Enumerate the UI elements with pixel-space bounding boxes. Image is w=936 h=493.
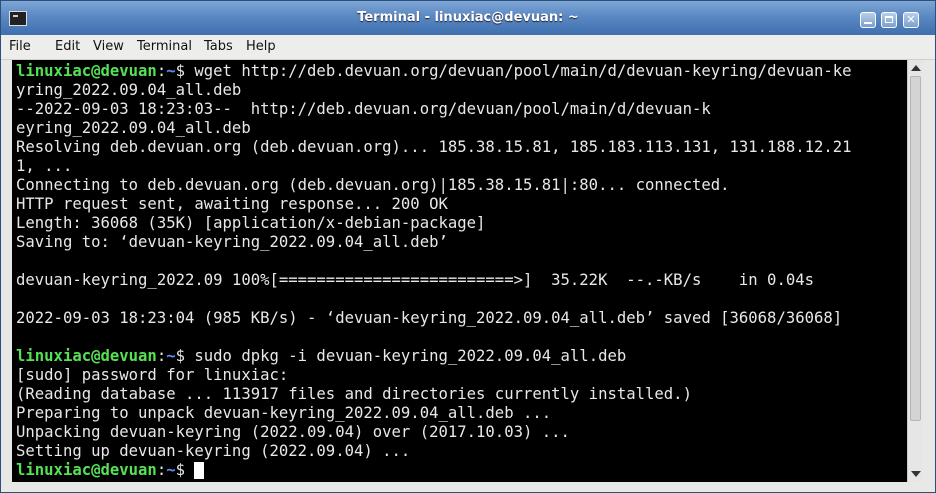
close-button[interactable] — [903, 12, 919, 28]
maximize-button[interactable] — [881, 12, 897, 28]
command-text: sudo dpkg -i devuan-keyring_2022.09.04_a… — [185, 347, 627, 365]
output-line: HTTP request sent, awaiting response... … — [16, 195, 448, 213]
prompt-user-host: linuxiac@devuan — [16, 62, 157, 80]
menu-file[interactable]: File — [9, 39, 31, 54]
window-title: Terminal - linuxiac@devuan: ~ — [357, 10, 579, 25]
command-line-wget: linuxiac@devuan:~$ wget http://deb.devua… — [16, 62, 852, 81]
output-line: 1, ... — [16, 157, 73, 175]
current-prompt-line[interactable]: linuxiac@devuan:~$ — [16, 461, 205, 480]
command-line-dpkg: linuxiac@devuan:~$ sudo dpkg -i devuan-k… — [16, 347, 626, 366]
output-line: Connecting to deb.devuan.org (deb.devuan… — [16, 176, 730, 194]
prompt-separator: : — [156, 461, 167, 479]
output-line: [sudo] password for linuxiac: — [16, 366, 289, 384]
output-line: Unpacking devuan-keyring (2022.09.04) ov… — [16, 423, 570, 441]
prompt-path: ~ — [166, 62, 176, 80]
output-line: Preparing to unpack devuan-keyring_2022.… — [16, 404, 552, 422]
menu-edit[interactable]: Edit — [55, 39, 80, 54]
menu-tabs[interactable]: Tabs — [204, 39, 233, 54]
prompt-separator: : — [156, 62, 167, 80]
prompt-path: ~ — [166, 347, 176, 365]
command-text — [185, 461, 194, 479]
title-bar[interactable]: Terminal - linuxiac@devuan: ~ — [1, 1, 935, 35]
prompt-symbol: $ — [175, 461, 185, 479]
output-line: Length: 36068 (35K) [application/x-debia… — [16, 214, 486, 232]
prompt-symbol: $ — [175, 347, 185, 365]
terminal-output-area[interactable]: linuxiac@devuan:~$ wget http://deb.devua… — [12, 60, 907, 482]
text-cursor — [194, 462, 205, 479]
menu-bar: File Edit View Terminal Tabs Help — [1, 35, 935, 60]
output-line: Saving to: ‘devuan-keyring_2022.09.04_al… — [16, 233, 448, 251]
output-line: eyring_2022.09.04_all.deb — [16, 119, 251, 137]
progress-line: devuan-keyring_2022.09 100%[============… — [16, 271, 814, 289]
output-line: 2022-09-03 18:23:04 (985 KB/s) - ‘devuan… — [16, 309, 843, 327]
output-line: yring_2022.09.04_all.deb — [16, 81, 242, 99]
prompt-separator: : — [156, 347, 167, 365]
output-line: Setting up devuan-keyring (2022.09.04) .… — [16, 442, 411, 460]
prompt-user-host: linuxiac@devuan — [16, 461, 157, 479]
scrollbar-thumb[interactable] — [910, 76, 921, 421]
menu-terminal[interactable]: Terminal — [137, 39, 192, 54]
prompt-path: ~ — [166, 461, 176, 479]
terminal-window: Terminal - linuxiac@devuan: ~ File Edit … — [0, 0, 936, 493]
prompt-symbol: $ — [175, 62, 185, 80]
output-line: Resolving deb.devuan.org (deb.devuan.org… — [16, 138, 852, 156]
prompt-user-host: linuxiac@devuan — [16, 347, 157, 365]
command-text: wget http://deb.devuan.org/devuan/pool/m… — [185, 62, 852, 80]
menu-help[interactable]: Help — [246, 39, 276, 54]
output-line: --2022-09-03 18:23:03-- http://deb.devua… — [16, 100, 711, 118]
menu-view[interactable]: View — [93, 39, 124, 54]
scroll-up-arrow-icon[interactable] — [911, 65, 921, 71]
output-line: (Reading database ... 113917 files and d… — [16, 385, 692, 403]
minimize-button[interactable] — [860, 12, 876, 28]
scroll-down-arrow-icon[interactable] — [911, 471, 921, 477]
vertical-scrollbar[interactable] — [907, 60, 923, 482]
